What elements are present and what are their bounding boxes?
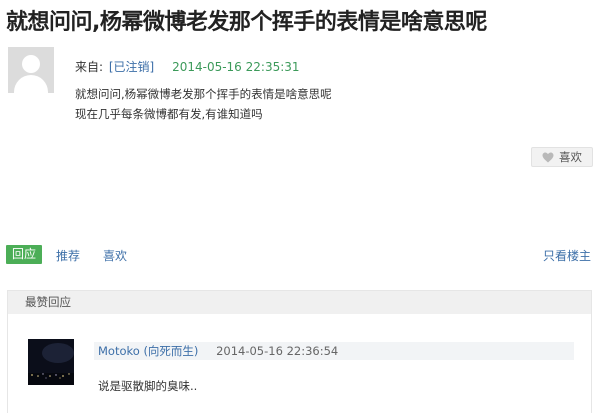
- like-link[interactable]: 喜欢: [103, 247, 127, 264]
- from-label: 来自:: [75, 60, 104, 74]
- like-post-label: 喜欢: [559, 150, 582, 164]
- top-replies-section: 最赞回应 Motoko (向死而生) 2014-05-16 22:36:54 说…: [7, 290, 592, 413]
- reply-content: 说是驱散脚的臭味..: [98, 379, 198, 393]
- reply-avatar[interactable]: [28, 339, 74, 385]
- post-title: 就想问问,杨幂微博老发那个挥手的表情是啥意思呢: [6, 10, 487, 35]
- reply-author-link[interactable]: Motoko (向死而生): [98, 344, 198, 358]
- like-post-button[interactable]: 喜欢: [531, 147, 593, 167]
- avatar-placeholder-head: [22, 55, 40, 73]
- owner-only-link[interactable]: 只看楼主: [543, 247, 591, 264]
- content-line: 就想问问,杨幂微博老发那个挥手的表情是啥意思呢: [75, 87, 332, 101]
- reply-meta: Motoko (向死而生) 2014-05-16 22:36:54: [94, 342, 574, 360]
- author-avatar[interactable]: [8, 47, 54, 93]
- post-timestamp: 2014-05-16 22:35:31: [172, 60, 300, 74]
- heart-icon: [542, 152, 554, 162]
- author-link[interactable]: [已注销]: [109, 60, 154, 74]
- top-replies-heading: 最赞回应: [8, 291, 591, 314]
- reply-timestamp: 2014-05-16 22:36:54: [216, 344, 339, 358]
- post-meta: 来自: [已注销] 2014-05-16 22:35:31: [75, 58, 300, 75]
- avatar-placeholder-body: [14, 75, 48, 93]
- recommend-link[interactable]: 推荐: [56, 247, 80, 264]
- reply-button[interactable]: 回应: [6, 245, 43, 264]
- post-content: 就想问问,杨幂微博老发那个挥手的表情是啥意思呢 现在几乎每条微博都有发,有谁知道…: [75, 84, 332, 124]
- post-actions-bar: 回应 推荐 喜欢 只看楼主: [6, 245, 591, 265]
- night-city-avatar-image: [28, 339, 74, 385]
- content-line: 现在几乎每条微博都有发,有谁知道吗: [75, 107, 263, 121]
